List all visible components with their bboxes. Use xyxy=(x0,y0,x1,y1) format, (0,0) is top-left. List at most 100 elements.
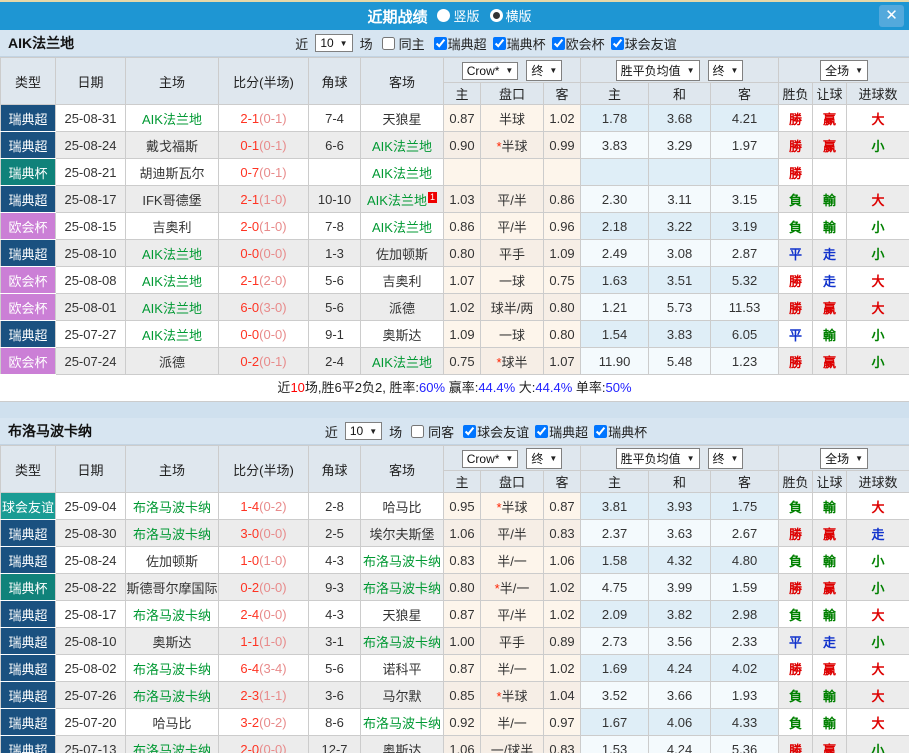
away-team: 吉奥利 xyxy=(360,266,444,294)
score: 2-0(1-0) xyxy=(218,212,309,240)
wdl-mean-select[interactable]: 胜平负均值 xyxy=(615,447,700,469)
league-badge: 瑞典超 xyxy=(0,600,56,628)
mean-draw: 3.99 xyxy=(648,573,712,601)
result-handicap: 赢 xyxy=(812,131,848,159)
handicap: 平手 xyxy=(480,239,544,267)
full-match-select[interactable]: 全场 xyxy=(820,447,869,469)
away-odds: 1.04 xyxy=(542,681,582,709)
score-halftime: (2-0) xyxy=(259,272,287,288)
league-checkbox-2[interactable] xyxy=(551,36,565,50)
league-checkbox-label: 瑞典超 xyxy=(549,424,589,440)
result-handicap: 赢 xyxy=(812,654,848,682)
away-team: AIK法兰地 xyxy=(360,347,444,375)
away-team: 埃尔夫斯堡 xyxy=(360,519,444,547)
home-odds: 1.03 xyxy=(443,185,481,213)
bookmaker-select[interactable]: Crow* xyxy=(461,449,519,468)
score: 1-0(1-0) xyxy=(218,546,309,574)
result-goals: 小 xyxy=(846,212,909,240)
score-halftime: (1-0) xyxy=(259,552,287,568)
result-goals: 大 xyxy=(846,266,909,294)
layout-radio-1[interactable]: 横版 xyxy=(489,6,532,25)
score-halftime: (0-1) xyxy=(259,164,287,180)
bookmaker-final-select[interactable]: 终 xyxy=(526,59,563,81)
result-goals: 大 xyxy=(846,104,909,132)
result-handicap: 赢 xyxy=(812,104,848,132)
result-goals: 小 xyxy=(846,735,909,753)
league-badge: 欧会杯 xyxy=(0,293,56,321)
home-odds: 0.87 xyxy=(443,600,481,628)
score: 2-4(0-0) xyxy=(218,600,309,628)
away-odds xyxy=(542,158,582,186)
league-checkbox-1[interactable] xyxy=(535,424,549,438)
corners: 10-10 xyxy=(308,185,361,213)
corners: 9-3 xyxy=(308,573,361,601)
away-team: 奥斯达 xyxy=(360,320,444,348)
layout-radio-0[interactable]: 竖版 xyxy=(437,6,480,25)
result-goals: 小 xyxy=(846,239,909,267)
table-row: 瑞典超 25-07-26 布洛马波卡纳 2-3(1-1) 3-6 马尔默 0.85 *半球 1.… xyxy=(0,681,909,709)
league-checkbox-0[interactable] xyxy=(463,424,477,438)
handicap: 半/一 xyxy=(480,708,544,736)
same-venue-checkbox[interactable] xyxy=(381,36,395,50)
handicap xyxy=(480,158,544,186)
away-odds: 1.02 xyxy=(542,104,582,132)
league-checkbox-label: 球会友谊 xyxy=(477,424,530,440)
wdl-mean-final-select[interactable]: 终 xyxy=(707,447,744,469)
column-header: 主场 xyxy=(125,445,219,493)
bookmaker: Crow* 终 xyxy=(442,445,582,471)
mean-home: 1.21 xyxy=(580,293,650,321)
league-checkbox-1[interactable] xyxy=(492,36,506,50)
same-venue-checkbox[interactable] xyxy=(411,424,425,438)
league-badge: 瑞典超 xyxy=(0,185,56,213)
mean-home: 1.78 xyxy=(580,104,650,132)
result-wdl: 勝 xyxy=(778,654,814,682)
games-count-select[interactable]: 10 xyxy=(344,422,383,440)
score: 0-2(0-1) xyxy=(218,347,309,375)
bookmaker-select[interactable]: Crow* xyxy=(461,61,519,80)
corners xyxy=(308,158,361,186)
mean-away: 4.80 xyxy=(710,546,780,574)
table-row: 瑞典超 25-08-02 布洛马波卡纳 6-4(3-4) 5-6 诺科平 0.87 半/一 1.… xyxy=(0,654,909,682)
corners: 4-3 xyxy=(308,546,361,574)
match-date: 25-07-13 xyxy=(55,735,126,753)
home-odds: 1.09 xyxy=(443,320,481,348)
summary-row: 近10场,胜6平2负2, 胜率:60% 赢率:44.4% 大:44.4% 单率:… xyxy=(0,375,909,402)
full-match-select[interactable]: 全场 xyxy=(820,59,869,81)
mean-away: 2.33 xyxy=(710,627,780,655)
league-badge: 欧会杯 xyxy=(0,212,56,240)
mean-draw: 3.83 xyxy=(648,320,712,348)
handicap: 半/一 xyxy=(480,546,544,574)
mean-draw xyxy=(648,158,712,186)
games-count-select[interactable]: 10 xyxy=(315,34,353,52)
match-date: 25-07-26 xyxy=(55,681,126,709)
sub-column-header: 主 xyxy=(443,82,481,105)
corners: 5-6 xyxy=(308,654,361,682)
league-checkbox-0[interactable] xyxy=(433,36,447,50)
sub-column-header: 让球 xyxy=(812,82,848,105)
result-wdl: 負 xyxy=(778,185,814,213)
close-button[interactable]: ✕ xyxy=(879,5,904,27)
league-checkbox-3[interactable] xyxy=(610,36,624,50)
table-row: 瑞典超 25-08-17 布洛马波卡纳 2-4(0-0) 4-3 天狼星 0.87 平/半 1.… xyxy=(0,600,909,628)
mean-away: 4.33 xyxy=(710,708,780,736)
away-team: AIK法兰地 xyxy=(360,131,444,159)
sub-column-header: 客 xyxy=(542,82,582,105)
mean-home: 3.81 xyxy=(580,492,650,520)
home-team: 布洛马波卡纳 xyxy=(125,600,219,628)
summary-segment: 10 xyxy=(290,380,305,395)
result-handicap: 輸 xyxy=(812,492,848,520)
home-team: IFK哥德堡 xyxy=(125,185,219,213)
home-team: AIK法兰地 xyxy=(125,293,219,321)
home-odds: 1.07 xyxy=(443,266,481,294)
wdl-mean-final-select[interactable]: 终 xyxy=(707,59,744,81)
league-checkbox-2[interactable] xyxy=(594,424,608,438)
score: 6-4(3-4) xyxy=(218,654,309,682)
handicap: 一球 xyxy=(480,266,544,294)
sub-column-header: 胜负 xyxy=(778,470,814,493)
bookmaker: Crow* 终 xyxy=(442,57,582,83)
bookmaker-final-select[interactable]: 终 xyxy=(526,447,563,469)
result-goals: 走 xyxy=(846,519,909,547)
league-badge: 瑞典超 xyxy=(0,627,56,655)
wdl-mean-select[interactable]: 胜平负均值 xyxy=(615,59,700,81)
mean-home: 1.63 xyxy=(580,266,650,294)
